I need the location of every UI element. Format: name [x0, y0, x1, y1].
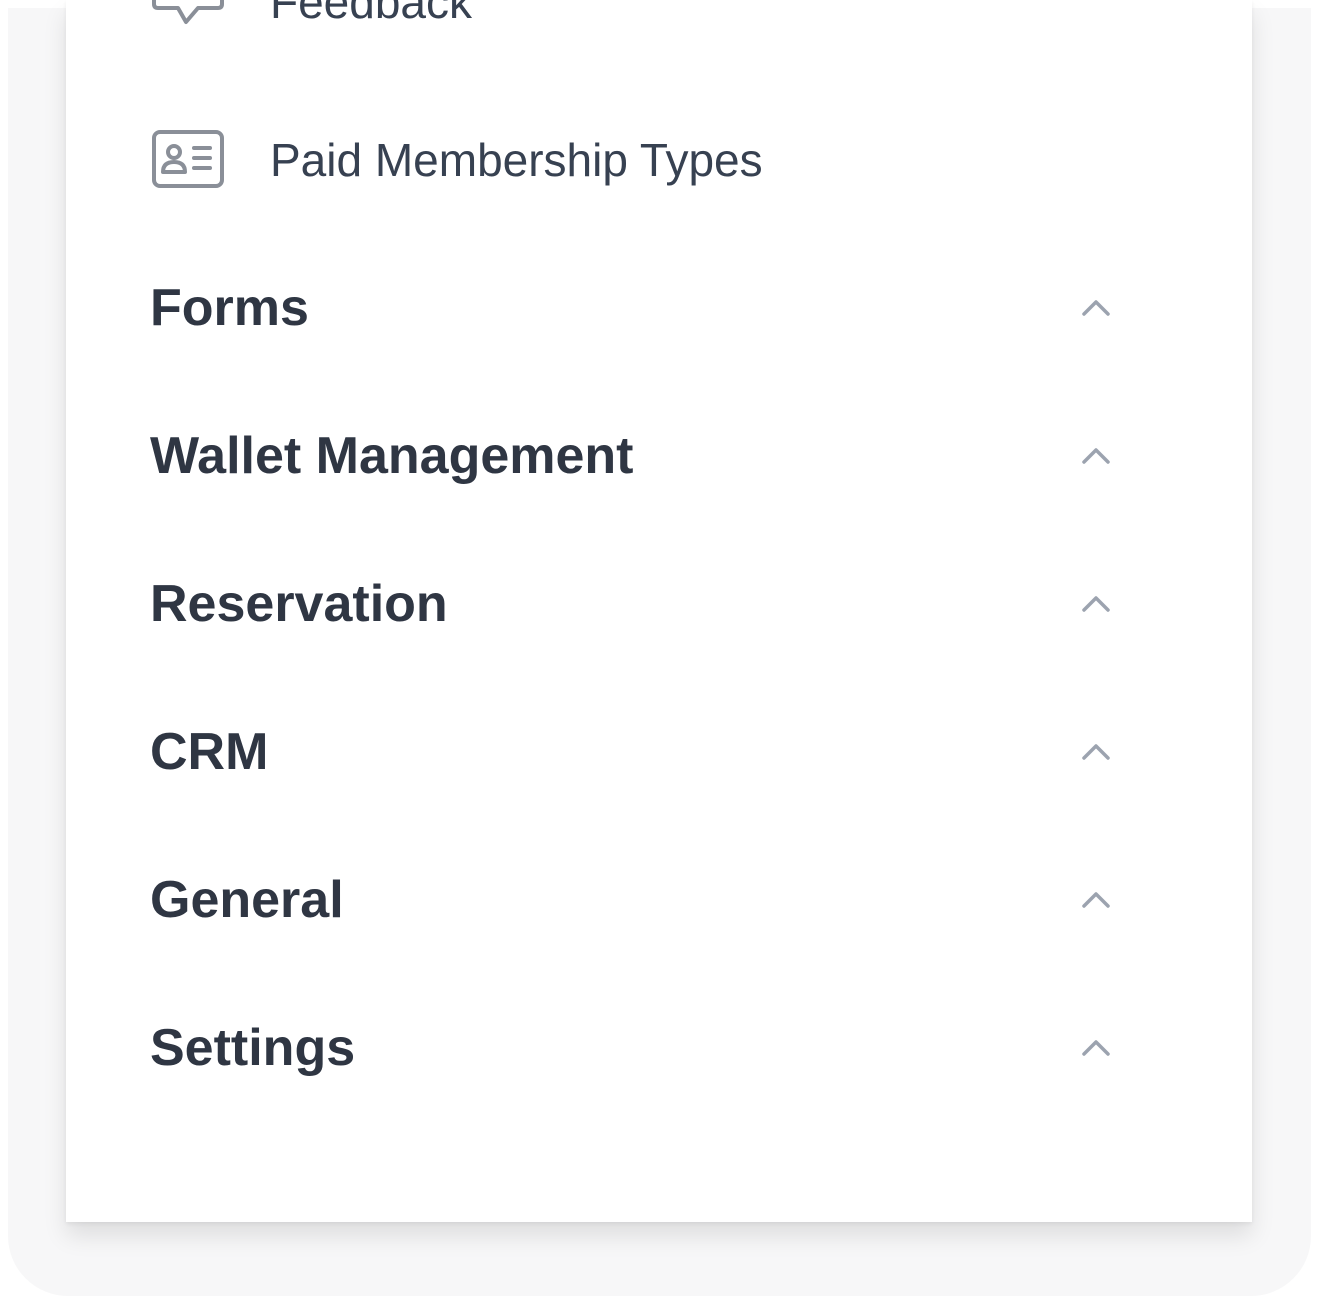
chevron-up-icon[interactable]: [1078, 734, 1114, 770]
section-reservation[interactable]: Reservation: [150, 554, 1114, 654]
sidebar-item-feedback[interactable]: Feedback: [150, 0, 472, 34]
section-crm[interactable]: CRM: [150, 702, 1114, 802]
sidebar-item-label: Feedback: [270, 0, 473, 28]
section-title: Wallet Management: [150, 427, 634, 485]
section-settings[interactable]: Settings: [150, 998, 1114, 1098]
sidebar-panel: Feedback Paid Membership Types Forms Wal…: [66, 0, 1252, 1222]
section-title: Settings: [150, 1019, 356, 1077]
section-title: CRM: [150, 723, 269, 781]
id-card-icon: [150, 128, 226, 192]
chevron-up-icon[interactable]: [1078, 1030, 1114, 1066]
section-general[interactable]: General: [150, 850, 1114, 950]
section-title: General: [150, 871, 344, 929]
sidebar-item-paid-membership-types[interactable]: Paid Membership Types: [150, 128, 763, 192]
chat-bubble-icon: [150, 0, 226, 34]
chevron-up-icon[interactable]: [1078, 586, 1114, 622]
section-forms[interactable]: Forms: [150, 258, 1114, 358]
chevron-up-icon[interactable]: [1078, 882, 1114, 918]
section-wallet-management[interactable]: Wallet Management: [150, 406, 1114, 506]
section-title: Reservation: [150, 575, 448, 633]
sidebar-item-label: Paid Membership Types: [270, 134, 763, 186]
chevron-up-icon[interactable]: [1078, 438, 1114, 474]
section-title: Forms: [150, 279, 309, 337]
chevron-up-icon[interactable]: [1078, 290, 1114, 326]
